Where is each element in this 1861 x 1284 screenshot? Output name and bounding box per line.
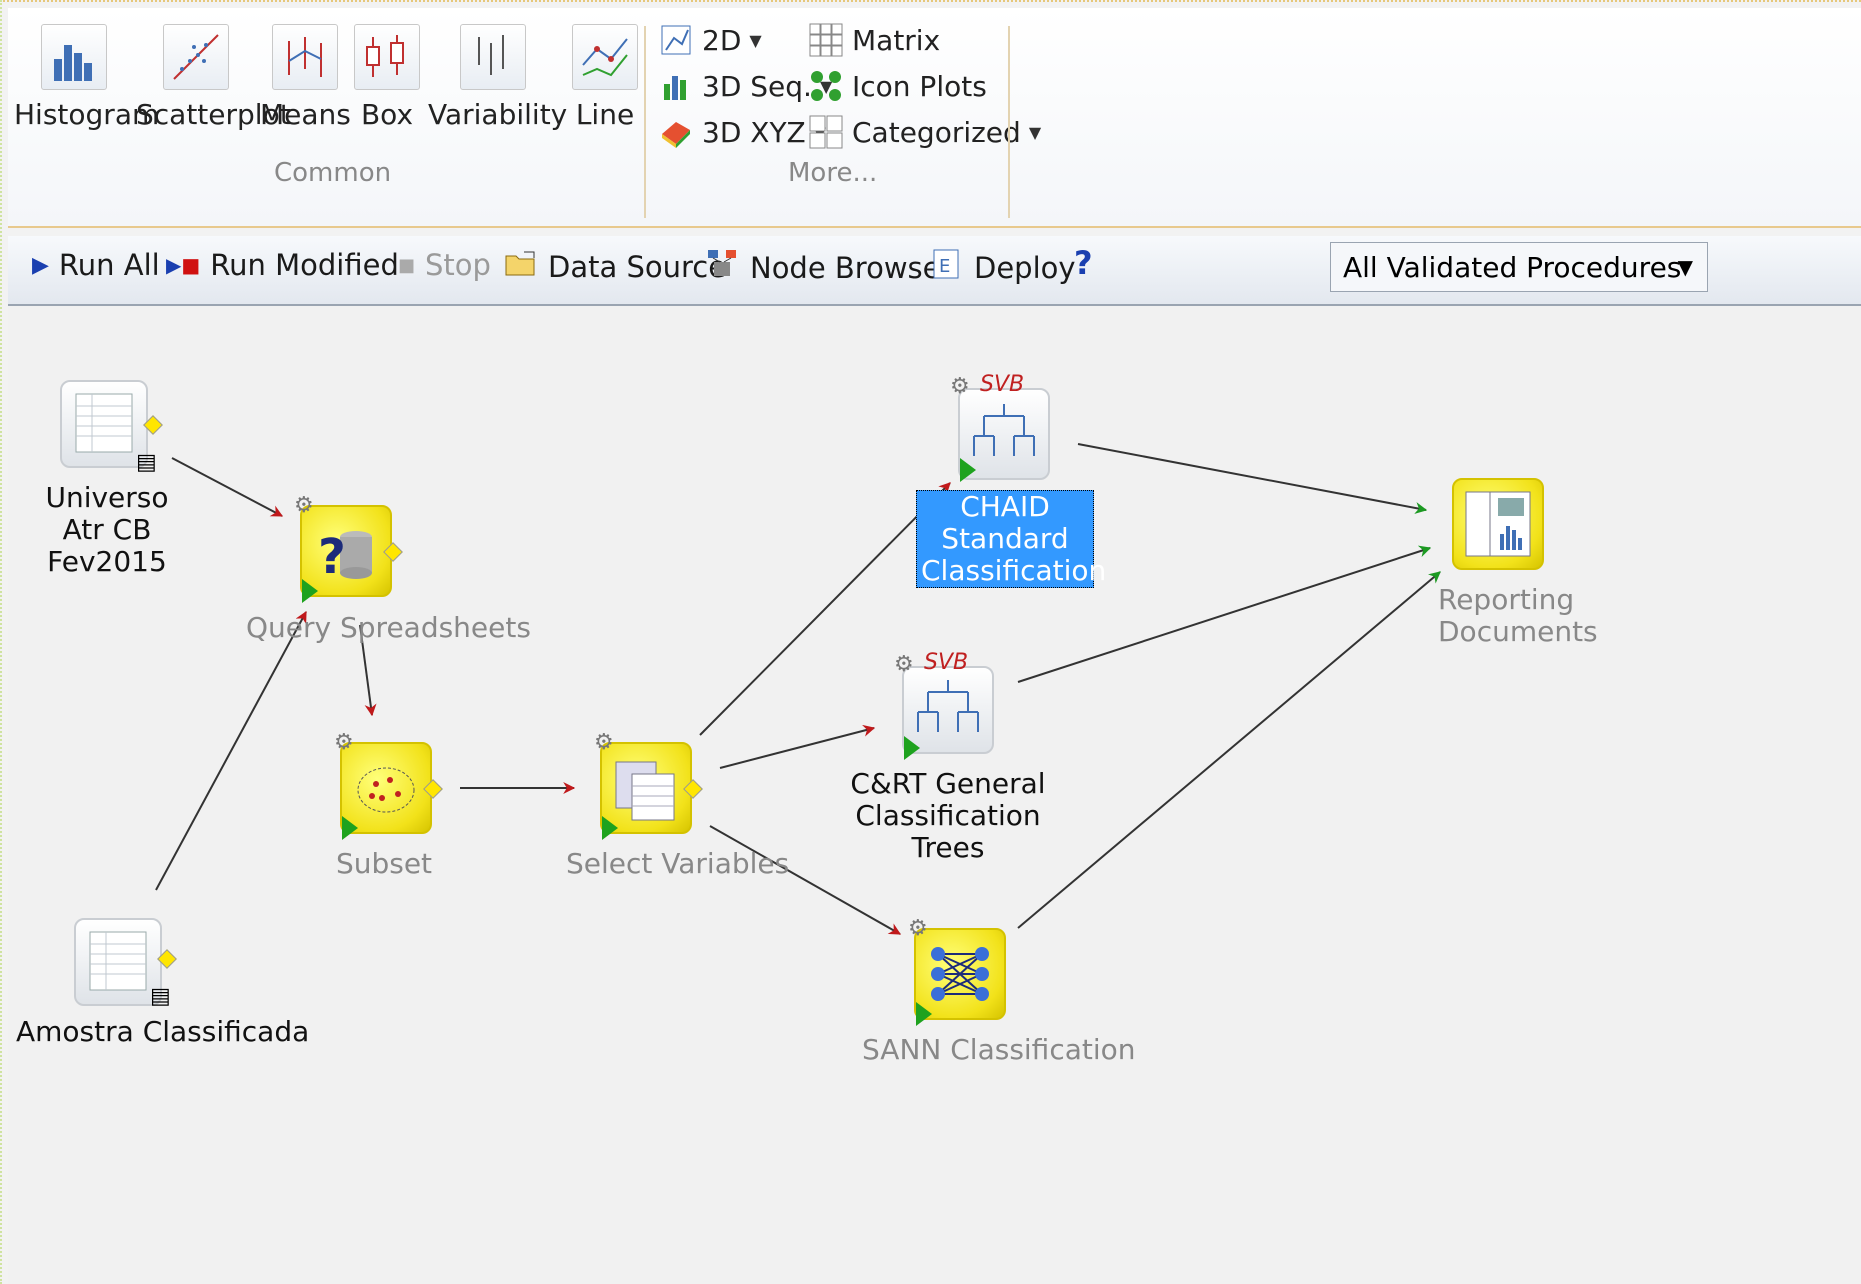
report-icon (1452, 478, 1544, 570)
node-subset-label: Subset (335, 847, 433, 880)
arrow-amostra-to-query (155, 610, 307, 891)
document-icon: ▤ (150, 984, 171, 1009)
gear-icon: ⚙ (334, 730, 354, 755)
arrow-sann-to-reporting (1017, 571, 1441, 929)
svg-text:?: ? (318, 529, 346, 585)
play-icon (916, 1002, 932, 1026)
play-icon (602, 816, 618, 840)
gear-icon: ⚙ (950, 374, 970, 399)
node-query-label: Query Spreadsheets (246, 611, 531, 644)
node-sann-label: SANN Classification (862, 1033, 1136, 1066)
gear-icon: ⚙ (894, 652, 914, 677)
play-icon (342, 816, 358, 840)
spreadsheet-icon (74, 918, 162, 1006)
gear-icon: ⚙ (908, 916, 928, 941)
node-chaid-label[interactable]: CHAID Standard Classification (916, 490, 1106, 588)
node-select-variables-label: Select Variables (566, 847, 790, 880)
svb-badge: SVB (980, 372, 1025, 397)
play-icon (302, 579, 318, 603)
node-cart-label: C&RT General Classification Trees (850, 767, 1046, 864)
node-universo-label: Universo Atr CB Fev2015 (45, 481, 169, 578)
arrow-select-to-cart (719, 724, 876, 769)
spreadsheet-icon (60, 380, 148, 468)
play-icon (904, 736, 920, 760)
arrow-chaid-to-reporting (1077, 443, 1428, 514)
play-icon (960, 458, 976, 482)
node-amostra-label: Amostra Classificada (16, 1015, 310, 1048)
svb-badge: SVB (924, 650, 969, 675)
gear-icon: ⚙ (594, 730, 614, 755)
gear-icon: ⚙ (294, 493, 314, 518)
node-reporting-label: Reporting Documents (1438, 583, 1598, 648)
document-icon: ▤ (136, 450, 157, 475)
